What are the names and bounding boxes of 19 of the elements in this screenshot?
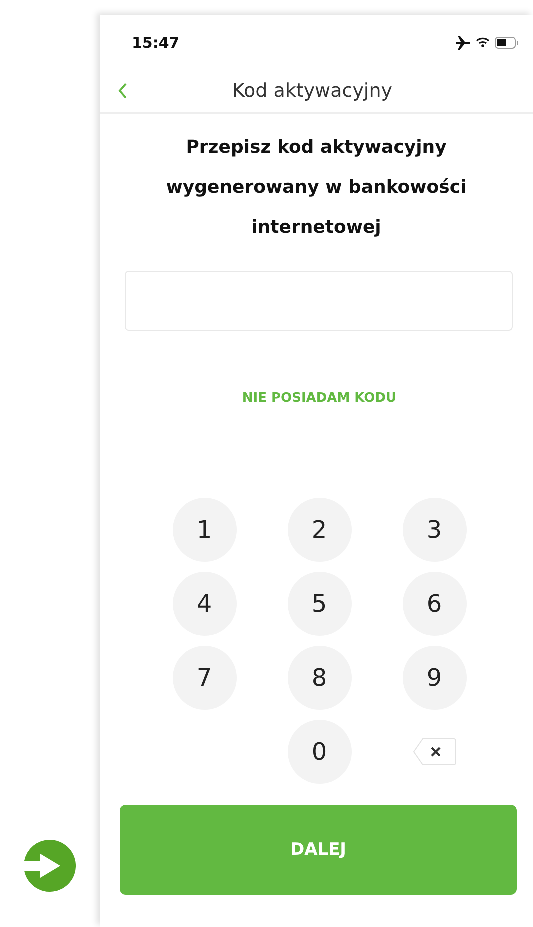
battery-icon xyxy=(495,36,519,48)
status-time: 15:47 xyxy=(132,34,180,52)
keypad-key[interactable]: 8 xyxy=(288,646,352,710)
keypad-key[interactable]: 4 xyxy=(172,572,236,636)
keypad-key[interactable]: 1 xyxy=(172,498,236,562)
wifi-icon xyxy=(476,37,490,48)
back-icon[interactable] xyxy=(118,83,128,99)
keypad-key[interactable]: 6 xyxy=(402,572,466,636)
airplane-icon xyxy=(455,36,471,50)
keypad-key[interactable]: 0 xyxy=(288,720,352,784)
keypad-key[interactable]: 3 xyxy=(402,498,466,562)
keypad-key[interactable]: 7 xyxy=(172,646,236,710)
backspace-icon[interactable] xyxy=(412,738,456,766)
keypad-key[interactable]: 5 xyxy=(288,572,352,636)
arrow-right-icon xyxy=(24,840,76,892)
keypad-key[interactable]: 2 xyxy=(288,498,352,562)
screen-title: Kod aktywacyjny xyxy=(231,80,394,102)
instruction-heading: Przepisz kod aktywacyjny wygenerowany w bankowości internetowej xyxy=(165,136,468,240)
keypad-key[interactable]: 9 xyxy=(402,646,466,710)
